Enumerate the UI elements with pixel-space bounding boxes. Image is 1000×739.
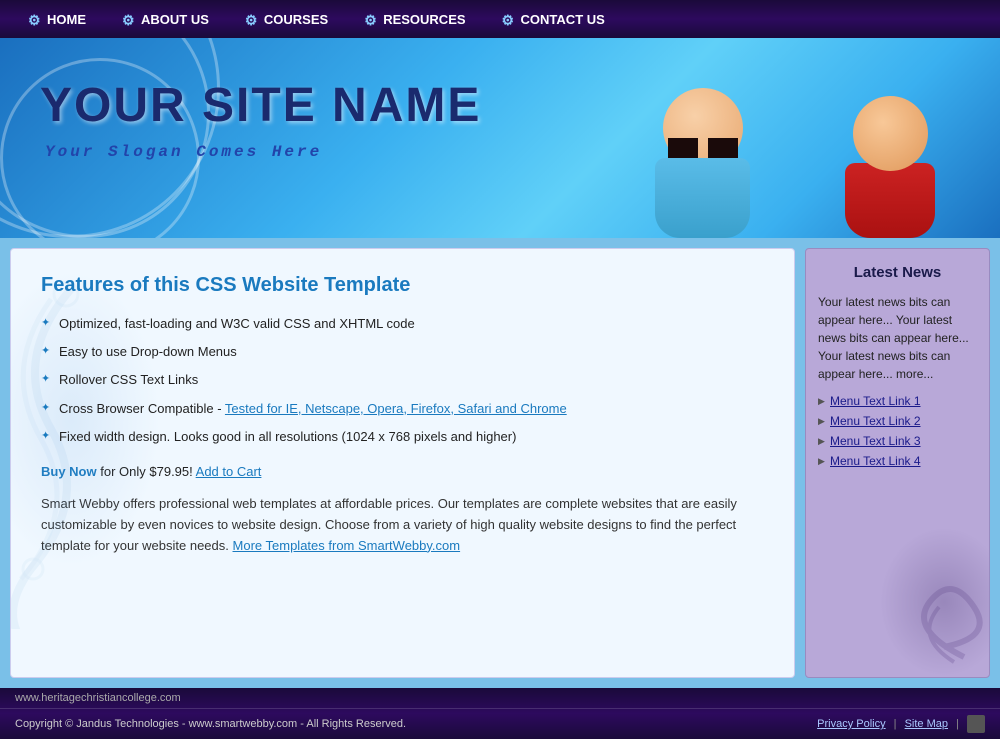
feature-list: Optimized, fast-loading and W3C valid CS… [41, 315, 764, 446]
sidebar-link-1[interactable]: Menu Text Link 1 [830, 394, 921, 408]
nav-label-courses: COURSES [264, 12, 328, 27]
sidebar: Latest News Your latest news bits can ap… [805, 248, 990, 678]
buy-price: for Only $79.95! [100, 464, 193, 479]
sidebar-list-item-2: Menu Text Link 2 [818, 413, 977, 428]
nav-label-home: HOME [47, 12, 86, 27]
footer-domain: www.heritagechristiancollege.com [0, 688, 1000, 708]
footer: www.heritagechristiancollege.com Copyrig… [0, 688, 1000, 739]
sidebar-title: Latest News [818, 264, 977, 281]
footer-links: Privacy Policy | Site Map | [817, 715, 985, 733]
footer-divider-2: | [956, 718, 962, 730]
footer-copyright: Copyright © Jandus Technologies - www.sm… [15, 718, 406, 730]
nav-label-about: ABOUT US [141, 12, 209, 27]
add-to-cart-link[interactable]: Add to Cart [196, 464, 262, 479]
nav-label-resources: RESOURCES [383, 12, 465, 27]
feature-item-3: Rollover CSS Text Links [41, 371, 764, 389]
sidebar-link-3[interactable]: Menu Text Link 3 [830, 434, 921, 448]
sidebar-list-item-4: Menu Text Link 4 [818, 453, 977, 468]
feature-item-5: Fixed width design. Looks good in all re… [41, 428, 764, 446]
sidebar-list-item-3: Menu Text Link 3 [818, 433, 977, 448]
sidebar-link-4[interactable]: Menu Text Link 4 [830, 454, 921, 468]
footer-bottom: Copyright © Jandus Technologies - www.sm… [0, 708, 1000, 739]
footer-icon [967, 715, 985, 733]
nav-item-about[interactable]: ⚙ ABOUT US [104, 0, 227, 38]
feature-item-2: Easy to use Drop-down Menus [41, 343, 764, 361]
sidebar-swirl [884, 567, 984, 667]
buy-now-link[interactable]: Buy Now [41, 464, 97, 479]
nav-item-courses[interactable]: ⚙ COURSES [227, 0, 346, 38]
footer-divider: | [894, 718, 900, 730]
more-templates-link[interactable]: More Templates from SmartWebby.com [233, 538, 461, 553]
nav-icon-contact: ⚙ [502, 12, 516, 26]
site-slogan: Your Slogan Comes Here [45, 143, 322, 161]
features-title: Features of this CSS Website Template [41, 274, 764, 297]
main-wrapper: Features of this CSS Website Template Op… [0, 238, 1000, 688]
site-map-link[interactable]: Site Map [905, 718, 948, 730]
description-text: Smart Webby offers professional web temp… [41, 494, 764, 556]
feature-item-1: Optimized, fast-loading and W3C valid CS… [41, 315, 764, 333]
nav-label-contact: CONTACT US [521, 12, 605, 27]
buy-line: Buy Now for Only $79.95! Add to Cart [41, 464, 764, 479]
nav-icon-home: ⚙ [28, 12, 42, 26]
nav-icon-resources: ⚙ [364, 12, 378, 26]
cross-browser-label: Cross Browser Compatible - [59, 401, 225, 416]
content-area: Features of this CSS Website Template Op… [10, 248, 795, 678]
feature-item-4: Cross Browser Compatible - Tested for IE… [41, 400, 764, 418]
nav-item-resources[interactable]: ⚙ RESOURCES [346, 0, 483, 38]
site-header: YOUR SITE NAME Your Slogan Comes Here [0, 38, 1000, 238]
sidebar-link-2[interactable]: Menu Text Link 2 [830, 414, 921, 428]
nav-item-home[interactable]: ⚙ HOME [10, 0, 104, 38]
sidebar-links: Menu Text Link 1 Menu Text Link 2 Menu Tex… [818, 393, 977, 468]
sidebar-news-text: Your latest news bits can appear here...… [818, 293, 977, 383]
cross-browser-link[interactable]: Tested for IE, Netscape, Opera, Firefox,… [225, 401, 567, 416]
header-kids-image [580, 38, 1000, 238]
nav-icon-courses: ⚙ [245, 12, 259, 26]
navbar: ⚙ HOME ⚙ ABOUT US ⚙ COURSES ⚙ RESOURCES ⚙ CONTACT… [0, 0, 1000, 38]
site-name: YOUR SITE NAME [40, 78, 481, 133]
sidebar-list-item-1: Menu Text Link 1 [818, 393, 977, 408]
privacy-policy-link[interactable]: Privacy Policy [817, 718, 885, 730]
nav-item-contact[interactable]: ⚙ CONTACT US [484, 0, 623, 38]
nav-icon-about: ⚙ [122, 12, 136, 26]
